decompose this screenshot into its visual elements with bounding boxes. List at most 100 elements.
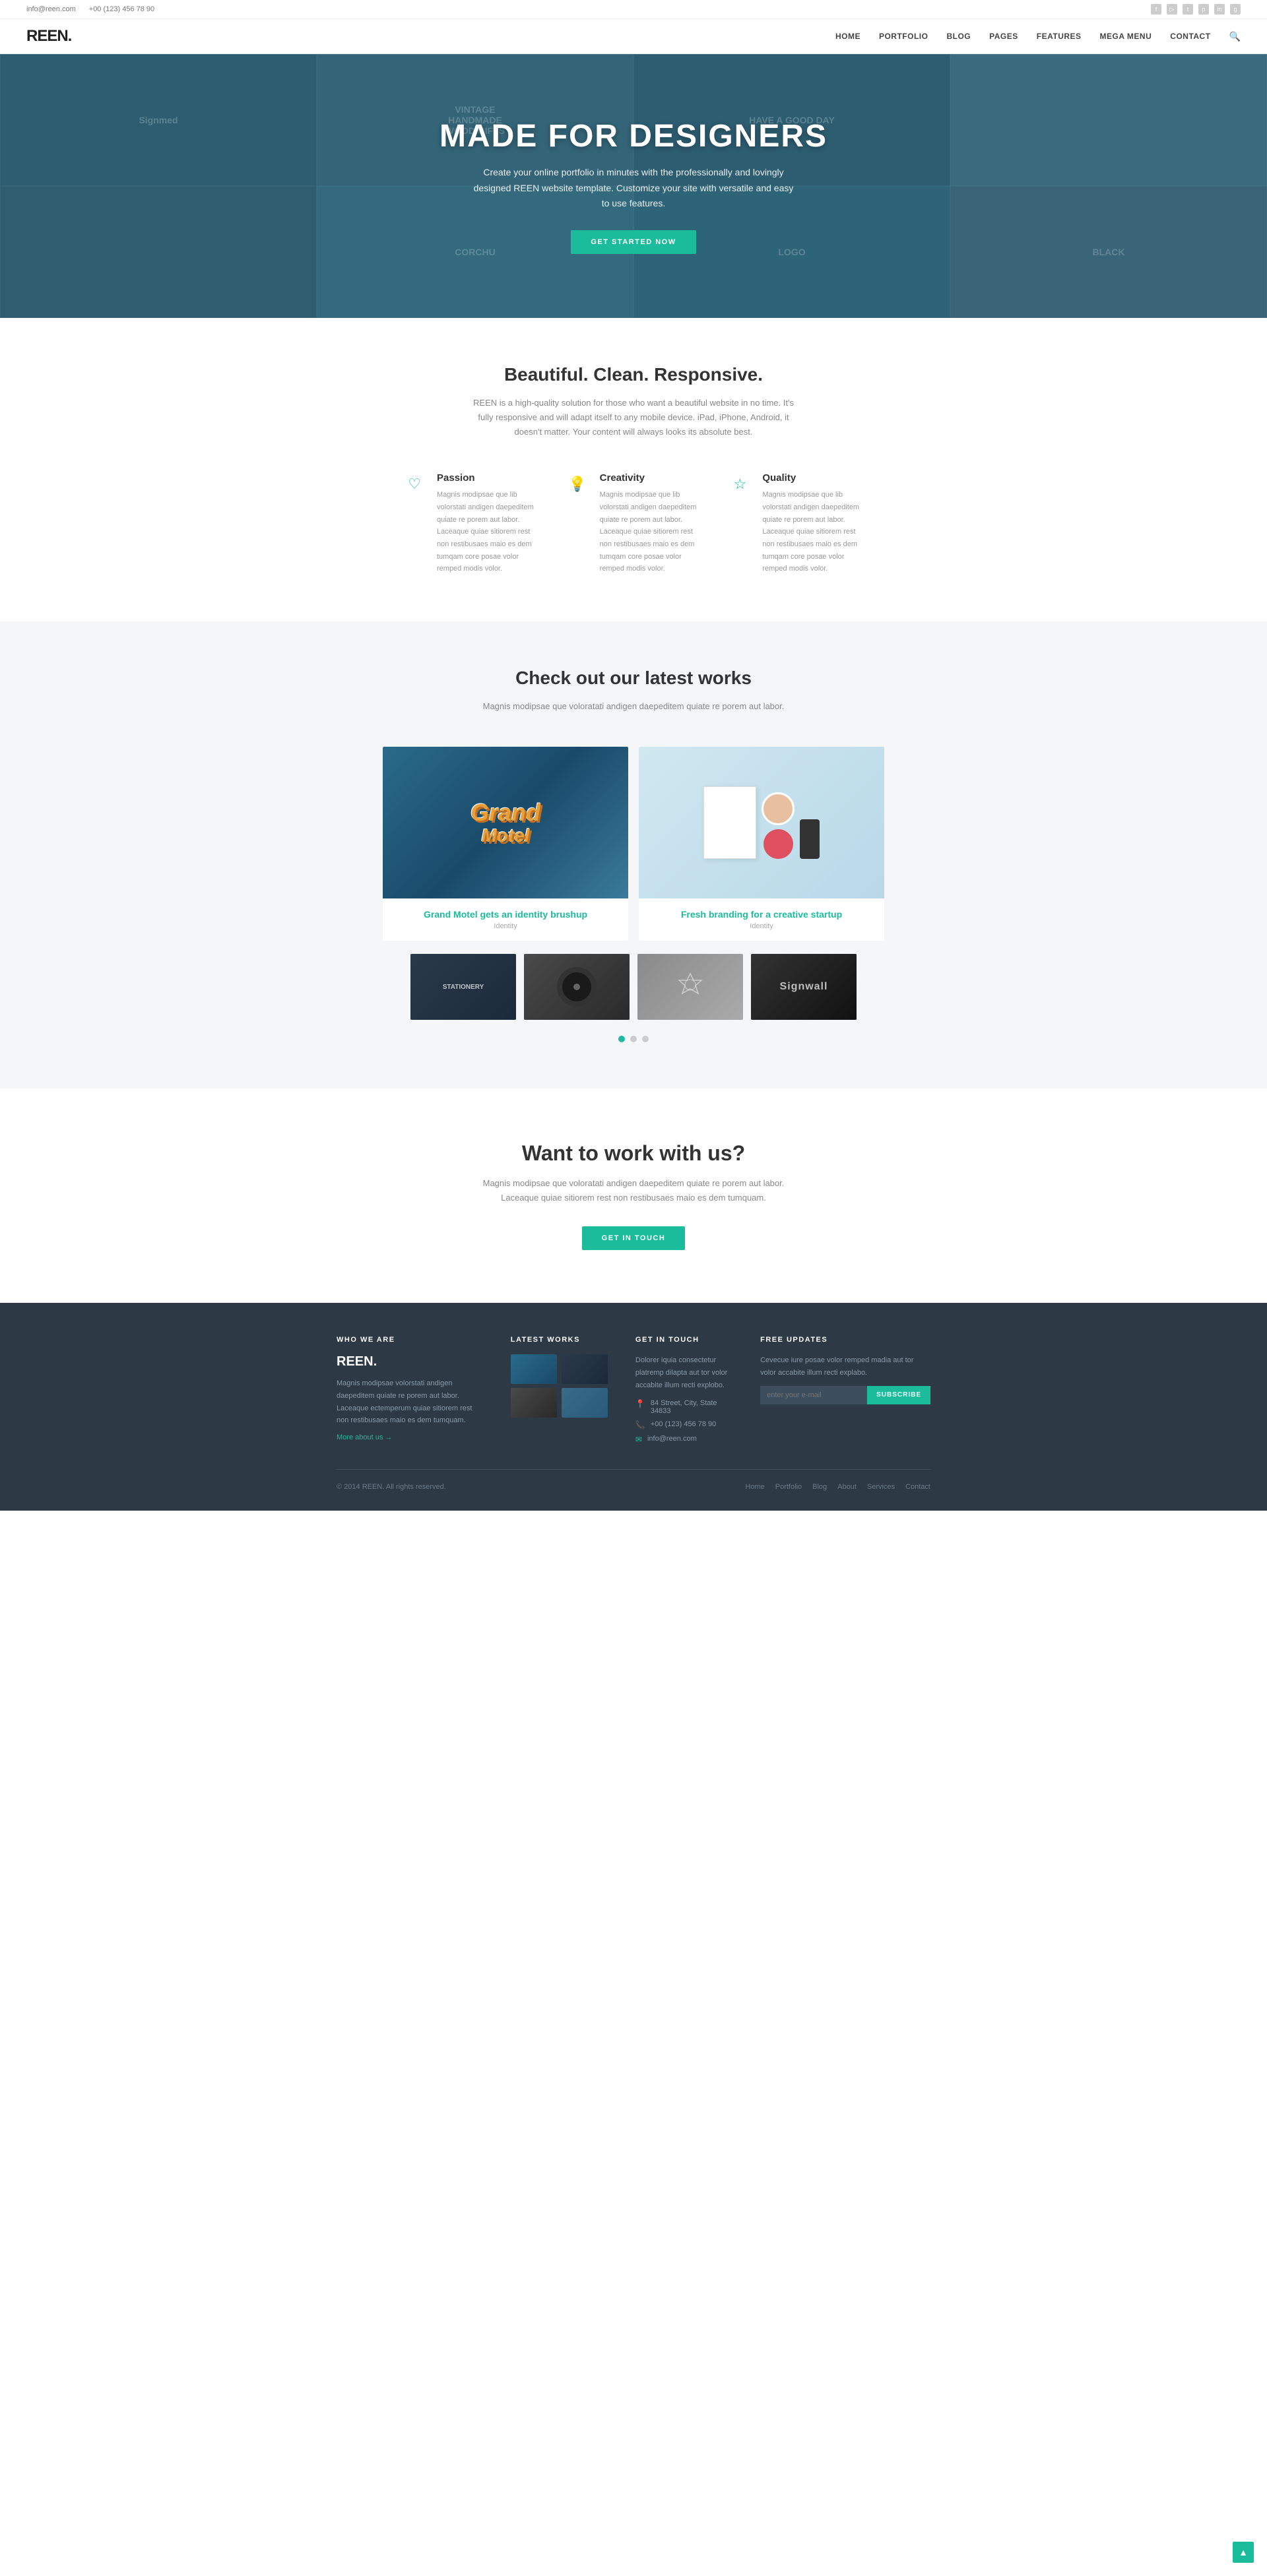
feature-creativity: 💡 Creativity Magnis modipsae que lib vol… xyxy=(566,472,702,575)
twitter-icon[interactable]: t xyxy=(1183,4,1193,15)
footer-contact-title: GET IN TOUCH xyxy=(635,1336,734,1344)
footer-link-about[interactable]: About xyxy=(837,1483,857,1491)
grand-motel-image: GrandMotel xyxy=(383,747,628,898)
vinyl-record-icon xyxy=(557,967,597,1007)
feature-quality: ☆ Quality Magnis modipsae que lib volors… xyxy=(728,472,864,575)
feature-passion-title: Passion xyxy=(437,472,539,484)
footer-who-title: WHO WE ARE xyxy=(337,1336,484,1344)
top-bar: info@reen.com +00 (123) 456 78 90 f ▷ t … xyxy=(0,0,1267,19)
footer-thumb-1[interactable] xyxy=(511,1354,557,1384)
header: REEN. HOME PORTFOLIO BLOG PAGES FEATURES… xyxy=(0,19,1267,54)
brand-disc xyxy=(763,829,793,859)
cta-subtitle: Magnis modipsae que voloratati andigen d… xyxy=(26,1176,1241,1205)
portfolio-card-brand-info: Fresh branding for a creative startup Id… xyxy=(639,898,884,941)
nav-blog[interactable]: BLOG xyxy=(946,32,971,41)
footer-col-who-we-are: WHO WE ARE REEN. Magnis modipsae volorst… xyxy=(337,1336,484,1449)
footer-works-grid xyxy=(511,1354,609,1418)
facebook-icon[interactable]: f xyxy=(1151,4,1161,15)
grand-motel-text: GrandMotel xyxy=(471,800,540,846)
portfolio-card-grand-motel-info: Grand Motel gets an identity brushup Ide… xyxy=(383,898,628,941)
footer-link-contact[interactable]: Contact xyxy=(905,1483,930,1491)
portfolio-title: Check out our latest works xyxy=(26,668,1241,689)
dot-3[interactable] xyxy=(642,1036,649,1042)
feature-quality-title: Quality xyxy=(762,472,864,484)
footer-thumb-3[interactable] xyxy=(511,1388,557,1418)
main-nav: HOME PORTFOLIO BLOG PAGES FEATURES MEGA … xyxy=(835,31,1241,42)
collage-cell-1: Signmed xyxy=(0,54,317,186)
googleplus-icon[interactable]: g xyxy=(1230,4,1241,15)
badge-icon xyxy=(674,970,707,1003)
footer-subscribe-button[interactable]: SUBSCRIBE xyxy=(867,1386,930,1404)
hero-title: MADE FOR DESIGNERS xyxy=(439,118,828,154)
footer-link-blog[interactable]: Blog xyxy=(812,1483,827,1491)
logo[interactable]: REEN. xyxy=(26,27,71,46)
portfolio-subtitle: Magnis modipsae que voloratati andigen d… xyxy=(469,699,798,714)
nav-contact[interactable]: CONTACT xyxy=(1170,32,1210,41)
footer-col-contact: GET IN TOUCH Dolorer iquia consectetur p… xyxy=(635,1336,734,1449)
collage-cell-4 xyxy=(950,54,1267,186)
footer-link-home[interactable]: Home xyxy=(745,1483,764,1491)
portfolio-card-brand[interactable]: Fresh branding for a creative startup Id… xyxy=(639,747,884,941)
top-bar-email: info@reen.com xyxy=(26,5,76,13)
footer-link-services[interactable]: Services xyxy=(867,1483,895,1491)
star-icon: ☆ xyxy=(728,472,752,496)
play-icon[interactable]: ▷ xyxy=(1167,4,1177,15)
cta-section: Want to work with us? Magnis modipsae qu… xyxy=(0,1088,1267,1303)
dot-2[interactable] xyxy=(630,1036,637,1042)
linkedin-icon[interactable]: in xyxy=(1214,4,1225,15)
footer-contact-desc: Dolorer iquia consectetur platremp dilap… xyxy=(635,1354,734,1391)
hero-content: MADE FOR DESIGNERS Create your online po… xyxy=(439,118,828,254)
footer-grid: WHO WE ARE REEN. Magnis modipsae volorst… xyxy=(337,1336,930,1449)
footer-thumb-2[interactable] xyxy=(562,1354,608,1384)
pinterest-icon[interactable]: p xyxy=(1198,4,1209,15)
search-icon[interactable]: 🔍 xyxy=(1229,31,1241,42)
nav-features[interactable]: FEATURES xyxy=(1037,32,1082,41)
portfolio-card-grand-motel-cat: Identity xyxy=(393,922,618,930)
location-icon: 📍 xyxy=(635,1399,645,1408)
thumb-badge[interactable] xyxy=(637,954,743,1020)
features-section: Beautiful. Clean. Responsive. REEN is a … xyxy=(0,318,1267,621)
footer-who-text: Magnis modipsae volorstati andigen daepe… xyxy=(337,1377,484,1427)
thumb-vinyl[interactable] xyxy=(524,954,630,1020)
nav-mega-menu[interactable]: MEGA MENU xyxy=(1100,32,1152,41)
nav-pages[interactable]: PAGES xyxy=(989,32,1018,41)
footer-latest-title: LATEST WORKS xyxy=(511,1336,609,1344)
brand-circle xyxy=(762,792,795,825)
brand-phone xyxy=(800,819,820,859)
portfolio-section: Check out our latest works Magnis modips… xyxy=(0,621,1267,1088)
brand-mockup xyxy=(703,786,820,859)
portfolio-card-brand-cat: Identity xyxy=(649,922,874,930)
footer-bottom: © 2014 REEN. All rights reserved. Home P… xyxy=(337,1469,930,1491)
cta-get-in-touch-button[interactable]: GET IN TOUCH xyxy=(582,1226,686,1250)
dot-1[interactable] xyxy=(618,1036,625,1042)
features-subtitle: REEN is a high-quality solution for thos… xyxy=(469,396,798,439)
portfolio-main-grid: GrandMotel Grand Motel gets an identity … xyxy=(383,747,884,941)
footer-email-input[interactable] xyxy=(760,1386,867,1404)
scroll-top-button[interactable]: ▲ xyxy=(1233,2542,1254,2563)
footer-subscribe-form: SUBSCRIBE xyxy=(760,1386,930,1404)
footer-address: 📍 84 Street, City, State 34833 xyxy=(635,1399,734,1415)
top-bar-contact: info@reen.com +00 (123) 456 78 90 xyxy=(26,5,154,13)
footer-thumb-4[interactable] xyxy=(562,1388,608,1418)
thumb-signwall[interactable]: Signwall xyxy=(751,954,857,1020)
portfolio-card-brand-title: Fresh branding for a creative startup xyxy=(649,909,874,920)
brand-paper xyxy=(703,786,756,859)
footer: WHO WE ARE REEN. Magnis modipsae volorst… xyxy=(0,1303,1267,1511)
nav-home[interactable]: HOME xyxy=(835,32,861,41)
footer-link-portfolio[interactable]: Portfolio xyxy=(775,1483,802,1491)
top-bar-social: f ▷ t p in g xyxy=(1151,4,1241,15)
footer-more-link[interactable]: More about us → xyxy=(337,1433,484,1441)
footer-updates-title: FREE UPDATES xyxy=(760,1336,930,1344)
hero-cta-button[interactable]: GET STARTED NOW xyxy=(571,230,696,254)
portfolio-card-grand-motel[interactable]: GrandMotel Grand Motel gets an identity … xyxy=(383,747,628,941)
email-icon: ✉ xyxy=(635,1435,642,1444)
feature-passion-text: Magnis modipsae que lib volorstati andig… xyxy=(437,489,539,575)
pagination-dots xyxy=(26,1036,1241,1042)
feature-creativity-text: Magnis modipsae que lib volorstati andig… xyxy=(600,489,702,575)
thumbnails-row: STATIONERY Signwall xyxy=(383,954,884,1020)
thumb-stationery[interactable]: STATIONERY xyxy=(410,954,516,1020)
lightbulb-icon: 💡 xyxy=(566,472,589,496)
heart-icon: ♡ xyxy=(403,472,426,496)
nav-portfolio[interactable]: PORTFOLIO xyxy=(879,32,928,41)
footer-updates-text: Cevecue iure posae volor remped madia au… xyxy=(760,1354,930,1379)
